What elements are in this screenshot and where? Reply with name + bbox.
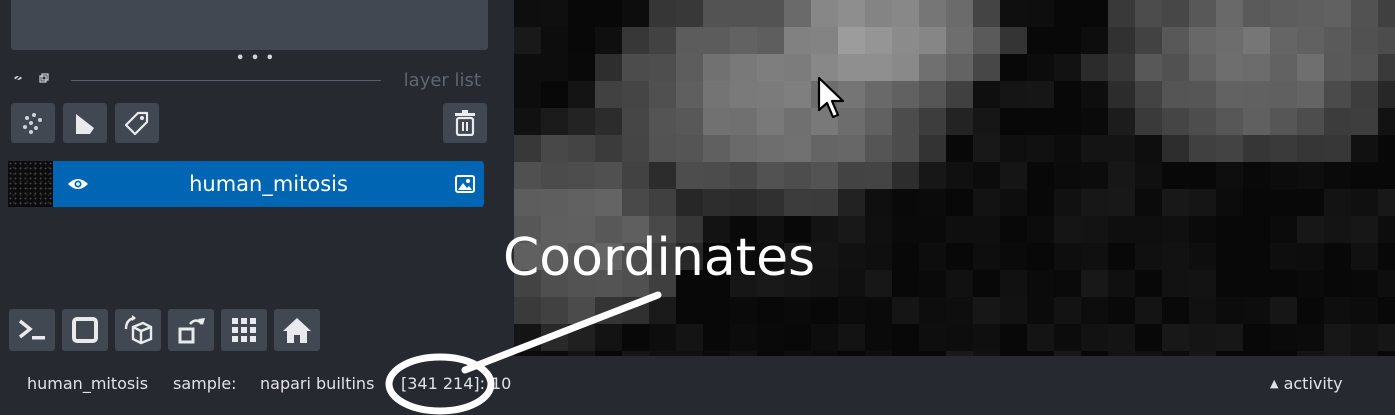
annotation-label: Coordinates <box>503 228 816 288</box>
annotation-overlay <box>385 291 662 415</box>
annotation-pointer-line <box>461 291 662 374</box>
annotation-circle <box>385 353 495 415</box>
